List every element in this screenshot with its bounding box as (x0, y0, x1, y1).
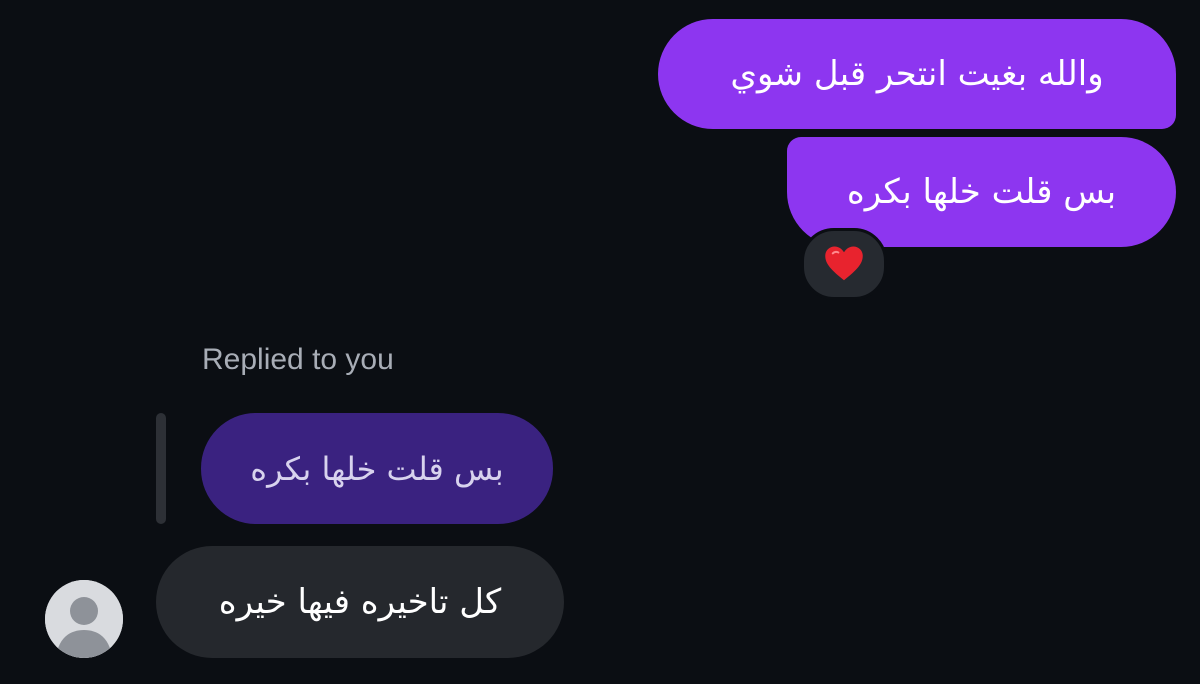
reply-indicator-bar (156, 413, 166, 524)
reaction-badge[interactable] (801, 228, 887, 300)
message-text: والله بغيت انتحر قبل شوي (730, 54, 1104, 94)
quoted-text: بس قلت خلها بكره (250, 449, 504, 488)
quoted-message-bubble[interactable]: بس قلت خلها بكره (201, 413, 553, 524)
replied-to-label: Replied to you (202, 343, 394, 376)
message-text: بس قلت خلها بكره (846, 172, 1117, 212)
heart-icon (825, 246, 863, 281)
default-user-icon (45, 580, 123, 658)
avatar[interactable] (45, 580, 123, 658)
sent-message-bubble[interactable]: والله بغيت انتحر قبل شوي (658, 19, 1176, 129)
chat-thread: والله بغيت انتحر قبل شوي بس قلت خلها بكر… (0, 0, 1200, 684)
message-text: كل تاخيره فيها خيره (218, 582, 502, 622)
received-message-bubble[interactable]: كل تاخيره فيها خيره (156, 546, 564, 658)
